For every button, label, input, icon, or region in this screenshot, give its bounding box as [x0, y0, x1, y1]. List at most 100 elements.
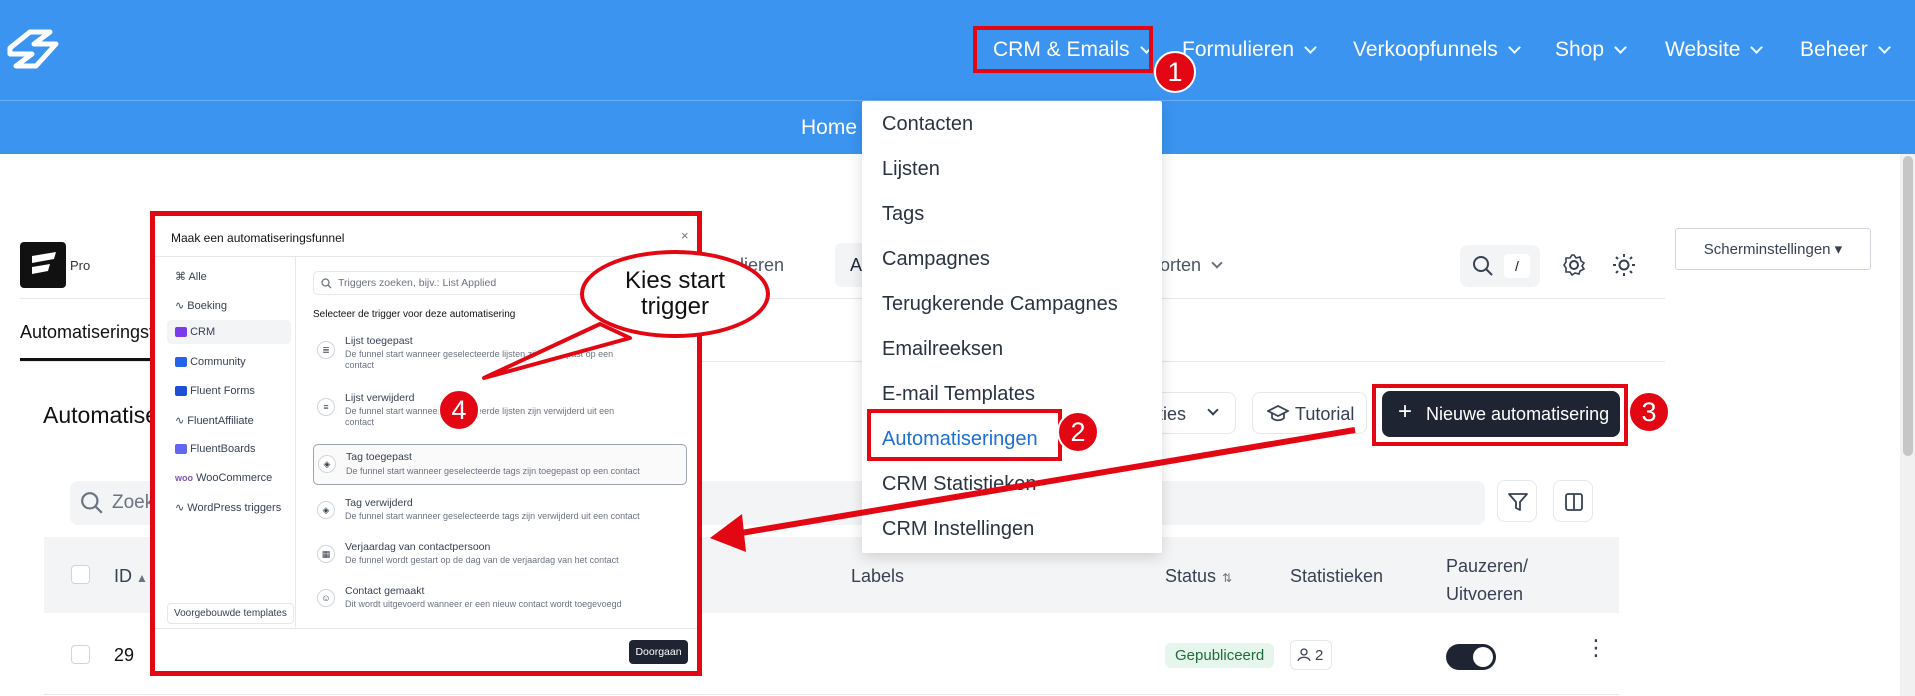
divider — [155, 256, 697, 257]
category-woocommerce[interactable]: woo WooCommerce — [175, 472, 272, 484]
category-wordpress-triggers[interactable]: ∿ WordPress triggers — [175, 501, 281, 514]
menu-item-emailreeksen[interactable]: Emailreeksen — [882, 338, 1003, 361]
tab-automations[interactable]: Automatiseringsf — [20, 322, 154, 343]
category-alle[interactable]: ⌘ Alle — [175, 270, 207, 283]
nav-website[interactable]: Website — [1665, 0, 1764, 100]
category-label: Alle — [188, 271, 207, 283]
trigger-description: Dit wordt uitgevoerd wanneer er een nieu… — [345, 599, 622, 609]
trigger-description: De funnel start wanneer geselecteerde ta… — [346, 466, 640, 476]
crm-emails-dropdown: Contacten Lijsten Tags Campagnes Terugke… — [862, 101, 1162, 553]
nav-shop[interactable]: Shop — [1555, 0, 1627, 100]
category-label: Community — [190, 356, 246, 368]
trigger-verjaardag[interactable]: ▦ Verjaardag van contactpersoon De funne… — [313, 539, 687, 575]
top-navigation-bar: CRM & Emails Formulieren Verkoopfunnels … — [0, 0, 1915, 100]
pause-run-toggle[interactable] — [1446, 644, 1496, 670]
trigger-tag-toegepast[interactable]: ◈ Tag toegepast De funnel start wanneer … — [313, 444, 687, 485]
app-nav-label: orten — [1160, 255, 1202, 275]
nav-label: Shop — [1555, 38, 1605, 61]
user-icon — [1297, 648, 1311, 662]
highlight-new-automation — [1372, 384, 1628, 446]
menu-item-tags[interactable]: Tags — [882, 203, 924, 226]
prebuilt-templates-button[interactable]: Voorgebouwde templates — [167, 603, 294, 624]
graduation-cap-icon — [1267, 405, 1289, 422]
trigger-tag-verwijderd[interactable]: ◈ Tag verwijderd De funnel start wanneer… — [313, 495, 687, 531]
trigger-description: De funnel start wanneer geselecteerde li… — [345, 406, 615, 427]
category-fluentaffiliate[interactable]: ∿ FluentAffiliate — [175, 414, 254, 427]
category-boeking[interactable]: ∿ Boeking — [175, 299, 227, 312]
trigger-lijst-toegepast[interactable]: ≣ Lijst toegepast De funnel start wannee… — [313, 333, 687, 377]
nav-label: Formulieren — [1182, 38, 1295, 61]
theme-toggle-icon[interactable] — [1612, 253, 1636, 277]
row-more-menu-icon[interactable]: ⋮ — [1585, 637, 1607, 659]
nav-formulieren[interactable]: Formulieren — [1182, 0, 1317, 100]
callout-bubble: Kies start trigger — [580, 250, 770, 338]
row-checkbox[interactable] — [71, 645, 90, 664]
gear-icon[interactable] — [1562, 253, 1586, 277]
chevron-down-icon — [1877, 40, 1891, 54]
fluent-forms-icon — [175, 386, 187, 397]
close-icon[interactable]: × — [681, 228, 689, 243]
site-logo-icon[interactable] — [4, 28, 62, 75]
trigger-subtitle: Selecteer de trigger voor deze automatis… — [313, 309, 516, 320]
filter-button[interactable] — [1497, 480, 1537, 522]
category-crm[interactable]: CRM — [175, 326, 215, 338]
divider — [155, 628, 697, 629]
column-label: Status — [1165, 566, 1217, 586]
menu-item-campagnes[interactable]: Campagnes — [882, 248, 990, 271]
category-fluentboards[interactable]: FluentBoards — [175, 443, 256, 455]
category-label: Boeking — [187, 300, 228, 312]
active-tab-underline — [20, 358, 160, 361]
modal-title: Maak een automatiseringsfunnel — [171, 231, 345, 245]
trigger-contact-gemaakt[interactable]: ☺ Contact gemaakt Dit wordt uitgevoerd w… — [313, 583, 687, 619]
column-id[interactable]: ID ▲ — [114, 566, 148, 587]
trigger-description: De funnel start wanneer geselecteerde li… — [345, 349, 614, 370]
screen-settings-button[interactable]: Scherminstellingen ▾ — [1675, 228, 1871, 270]
menu-item-contacten[interactable]: Contacten — [882, 113, 973, 136]
fluentcrm-logo[interactable] — [20, 242, 66, 288]
step-badge-4: 4 — [438, 389, 480, 431]
page-title: Automatise — [43, 402, 159, 428]
continue-button[interactable]: Doorgaan — [629, 640, 688, 664]
scrollbar-thumb[interactable] — [1903, 156, 1913, 456]
step-badge-2: 2 — [1057, 411, 1099, 453]
category-label: FluentAffiliate — [187, 415, 254, 427]
global-search[interactable]: / — [1460, 245, 1540, 287]
chevron-down-icon — [1207, 404, 1219, 416]
select-all-checkbox[interactable] — [71, 565, 90, 584]
user-icon: ☺ — [317, 589, 335, 607]
chevron-down-icon — [1211, 257, 1223, 269]
chevron-down-icon — [1614, 40, 1627, 54]
category-label: FluentBoards — [190, 443, 256, 455]
search-icon — [1473, 256, 1493, 276]
category-label: WooCommerce — [196, 472, 273, 484]
menu-item-crm-instellingen[interactable]: CRM Instellingen — [882, 518, 1034, 541]
category-community[interactable]: Community — [175, 356, 246, 368]
menu-item-email-templates[interactable]: E-mail Templates — [882, 383, 1035, 406]
list-remove-icon: ≡ — [317, 398, 335, 416]
nav-verkoopfunnels[interactable]: Verkoopfunnels — [1353, 0, 1521, 100]
column-status[interactable]: Status ⇅ — [1165, 566, 1232, 587]
columns-button[interactable] — [1553, 480, 1593, 522]
category-label: Fluent Forms — [190, 385, 255, 397]
app-nav-reports[interactable]: orten — [1160, 255, 1223, 276]
chevron-down-icon — [1304, 40, 1317, 54]
category-fluent-forms[interactable]: Fluent Forms — [175, 385, 255, 397]
trigger-description: De funnel start wanneer geselecteerde ta… — [345, 511, 640, 521]
menu-item-crm-statistieken[interactable]: CRM Statistieken — [882, 473, 1037, 496]
column-label: ID — [114, 566, 132, 586]
callout-line: Kies start — [624, 267, 726, 294]
nav-home[interactable]: Home — [801, 116, 857, 140]
menu-item-terugkerende-campagnes[interactable]: Terugkerende Campagnes — [882, 293, 1118, 316]
nav-beheer[interactable]: Beheer — [1800, 0, 1891, 100]
pro-label: Pro — [70, 258, 91, 273]
app-nav-active[interactable]: A — [835, 243, 865, 287]
tutorial-button[interactable]: Tutorial — [1252, 392, 1367, 434]
trigger-title: Lijst toegepast — [345, 335, 413, 347]
nav-label: Beheer — [1800, 38, 1868, 61]
trigger-description: De funnel wordt gestart op de dag van de… — [345, 555, 619, 565]
menu-item-lijsten[interactable]: Lijsten — [882, 158, 940, 181]
column-label: Pauzeren/ — [1446, 556, 1529, 576]
stats-badge[interactable]: 2 — [1290, 640, 1332, 670]
column-statistics: Statistieken — [1290, 566, 1384, 586]
trigger-lijst-verwijderd[interactable]: ≡ Lijst verwijderd De funnel start wanne… — [313, 390, 687, 434]
